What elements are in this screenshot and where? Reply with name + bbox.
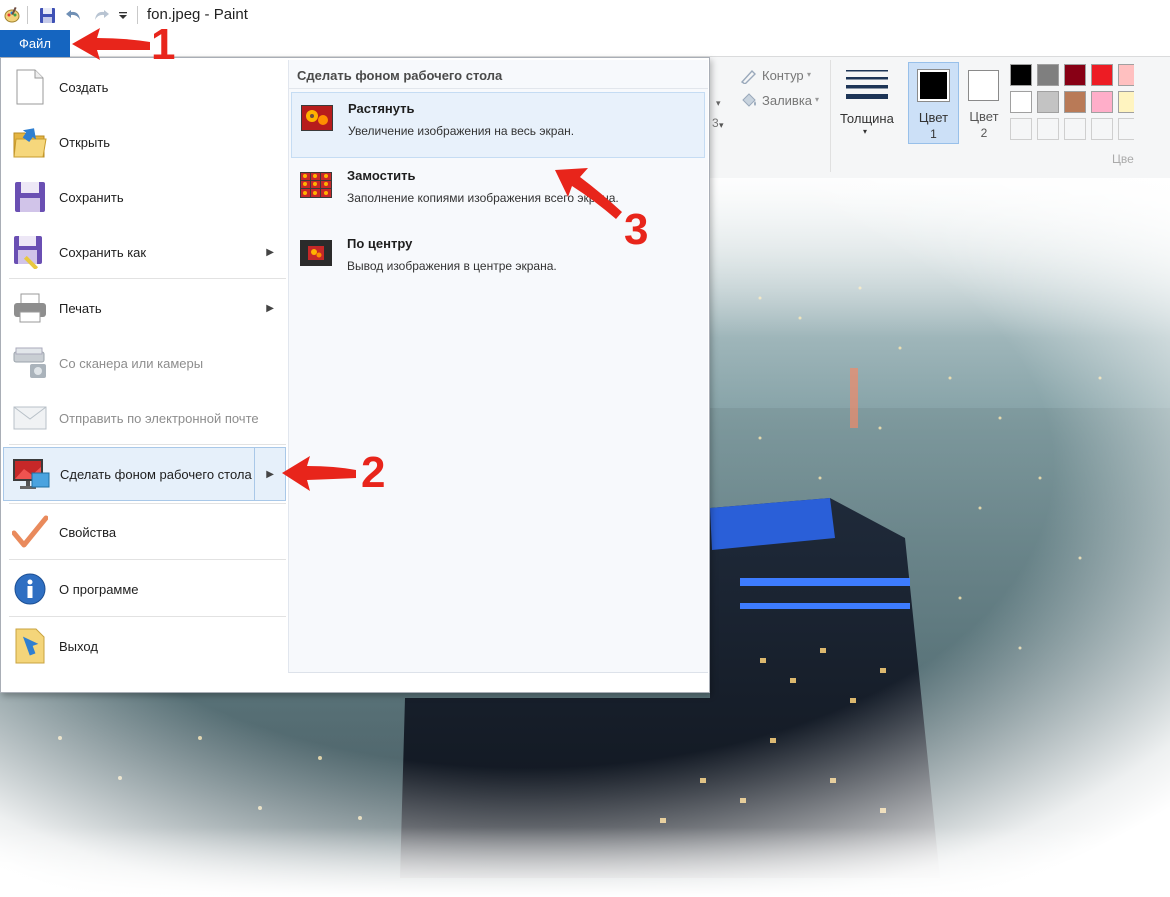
annotation-arrows	[72, 28, 622, 491]
annotation-arrow-1	[72, 28, 150, 60]
annotation-step-1: 1	[151, 20, 176, 69]
annotation-arrow-3	[555, 168, 622, 219]
annotation-arrow-2	[282, 456, 356, 491]
annotation-step-3: 3	[624, 205, 649, 254]
annotation-step-2: 2	[361, 448, 386, 497]
